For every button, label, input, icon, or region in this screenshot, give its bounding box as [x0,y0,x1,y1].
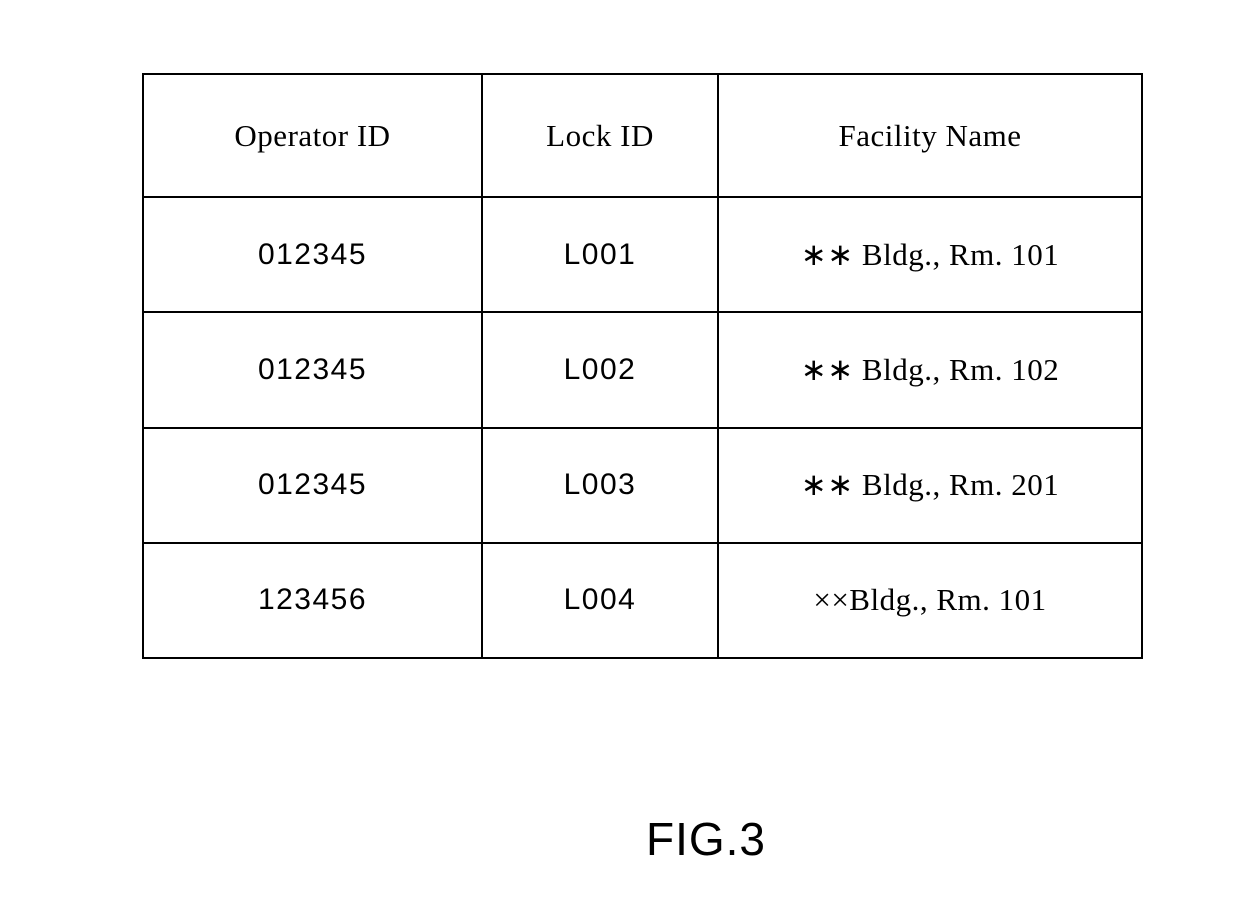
table-row: 012345 L003 ∗∗ Bldg., Rm. 201 [142,426,1143,544]
cell-facility-name: ∗∗ Bldg., Rm. 201 [717,426,1143,544]
table-body: 012345 L001 ∗∗ Bldg., Rm. 101 012345 L00… [142,195,1143,660]
cell-facility-name: ××Bldg., Rm. 101 [717,541,1143,660]
cell-lock-id: L004 [481,541,719,660]
cell-operator-id: 012345 [142,195,483,314]
cell-facility-name: ∗∗ Bldg., Rm. 101 [717,195,1143,314]
table-row: 123456 L004 ××Bldg., Rm. 101 [142,541,1143,660]
figure-caption: FIG.3 [645,813,767,865]
cell-operator-id: 012345 [142,426,483,544]
table-row: 012345 L002 ∗∗ Bldg., Rm. 102 [142,311,1143,429]
column-header-operator-id: Operator ID [142,73,483,198]
cell-operator-id: 123456 [142,541,483,660]
cell-facility-name: ∗∗ Bldg., Rm. 102 [717,311,1143,429]
table-header: Operator ID Lock ID Facility Name [142,73,1143,198]
cell-lock-id: L002 [481,311,719,429]
column-header-facility-name: Facility Name [717,73,1143,198]
column-header-lock-id: Lock ID [481,73,719,198]
table-header-row: Operator ID Lock ID Facility Name [142,73,1143,198]
cell-lock-id: L001 [481,195,719,314]
cell-operator-id: 012345 [142,311,483,429]
cell-lock-id: L003 [481,426,719,544]
facility-lock-table: Operator ID Lock ID Facility Name 012345… [142,73,1143,660]
table-row: 012345 L001 ∗∗ Bldg., Rm. 101 [142,195,1143,314]
